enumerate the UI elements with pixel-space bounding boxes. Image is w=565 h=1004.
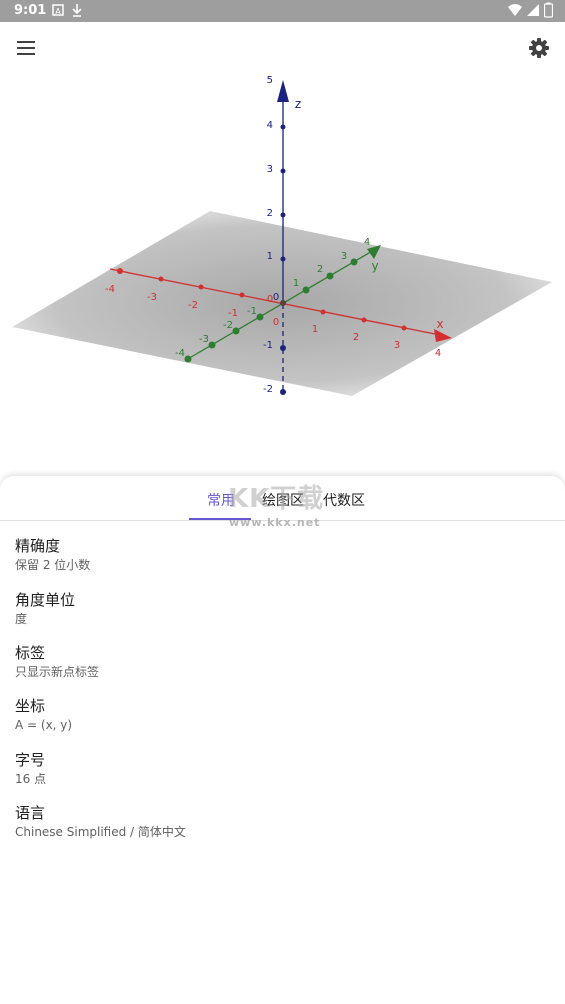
setting-value: 16 点 [15,772,47,786]
z-tick-label: -1 [263,340,273,351]
gear-icon[interactable] [525,34,553,62]
y-tick-label: 1 [293,278,299,289]
x-tick-label: -2 [188,300,198,311]
graphics-3d-view[interactable]: -4 -3 -2 -1 1 2 3 4 x -4 -3 -2 -1 1 2 3 … [0,60,565,480]
download-icon [71,2,83,18]
x-tick-label: 4 [435,348,441,359]
y-tick-label: 2 [317,264,323,275]
setting-font-size[interactable]: 字号 16 点 [15,750,535,798]
setting-value: 度 [15,612,28,626]
menu-icon[interactable] [12,34,40,62]
setting-title: 字号 [15,751,46,769]
y-tick-point [350,258,358,266]
x-tick-point [320,309,326,315]
z-tick-label: 4 [267,120,273,131]
y-tick-point [302,286,310,294]
setting-angle-unit[interactable]: 角度单位 度 [15,590,535,638]
x-tick-point [401,325,407,331]
x-tick-point [117,268,123,274]
tab-algebra[interactable]: 代数区 [323,490,365,510]
y-tick-label: 3 [341,251,347,262]
wifi-icon [507,2,523,18]
x-tick-label: 3 [394,340,400,351]
setting-language[interactable]: 语言 Chinese Simplified / 简体中文 [15,803,535,851]
x-tick-label: 1 [312,324,318,335]
graphics-3d-canvas[interactable]: -4 -3 -2 -1 1 2 3 4 x -4 -3 -2 -1 1 2 3 … [0,60,565,480]
watermark-url: www.kkx.net [229,516,321,529]
y-tick-point [232,327,240,335]
x-tick-point [198,284,204,290]
z-tick-point [280,124,286,130]
setting-precision[interactable]: 精确度 保留 2 位小数 [15,536,535,584]
setting-coordinates[interactable]: 坐标 A = (x, y) [15,696,535,744]
settings-sheet: 常用 绘图区 代数区 KK下载 www.kkx.net 精确度 保留 2 位小数… [0,476,565,1004]
signal-icon [526,2,540,18]
y-tick-point [208,341,216,349]
x-axis-label: x [436,317,443,331]
z-tick-label: 2 [267,208,273,219]
setting-title: 坐标 [15,697,46,715]
y-tick-label: 4 [364,237,370,248]
z-tick-label: 1 [267,251,273,262]
setting-title: 角度单位 [15,591,76,609]
z-tick-label: 5 [267,75,273,86]
y-tick-point [326,272,334,280]
z-axis-label: z [295,97,301,111]
origin-point [280,300,286,306]
svg-text:A: A [55,7,61,16]
origin-label-z: 0 [273,292,279,303]
settings-tabs: 常用 绘图区 代数区 KK下载 www.kkx.net [0,476,565,529]
status-time: 9:01 [14,3,47,18]
setting-title: 语言 [15,804,46,822]
y-tick-point [184,355,192,363]
y-tick-label: -2 [223,320,233,331]
x-tick-label: -1 [228,308,238,319]
setting-value: A = (x, y) [15,718,73,732]
y-tick-point [256,313,264,321]
x-tick-label: -4 [105,284,115,295]
x-tick-point [239,292,245,298]
status-bar: 9:01 A [0,0,565,22]
setting-title: 精确度 [15,537,61,555]
z-tick-point [280,256,286,262]
y-tick-label: -1 [247,306,257,317]
setting-value: 保留 2 位小数 [15,558,91,572]
text-a-icon: A [52,2,64,18]
z-tick-point [280,212,286,218]
z-tick-point [280,345,286,351]
setting-title: 标签 [15,644,46,662]
x-tick-point [158,276,164,282]
z-tick-point [280,389,286,395]
x-tick-label: 2 [353,332,359,343]
setting-labeling[interactable]: 标签 只显示新点标签 [15,643,535,691]
y-tick-label: -4 [175,348,185,359]
battery-icon [544,2,553,18]
z-tick-label: -2 [263,384,273,395]
y-tick-label: -3 [199,334,209,345]
setting-value: Chinese Simplified / 简体中文 [15,825,186,839]
y-axis-label: y [371,259,378,273]
x-tick-label: -3 [147,292,157,303]
setting-value: 只显示新点标签 [15,665,100,679]
z-tick-point [280,168,286,174]
z-tick-label: 3 [267,164,273,175]
origin-label-y: 0 [273,317,279,328]
z-axis-arrow [277,80,289,102]
x-tick-point [361,317,367,323]
watermark-brand: KK下载 [228,484,325,514]
